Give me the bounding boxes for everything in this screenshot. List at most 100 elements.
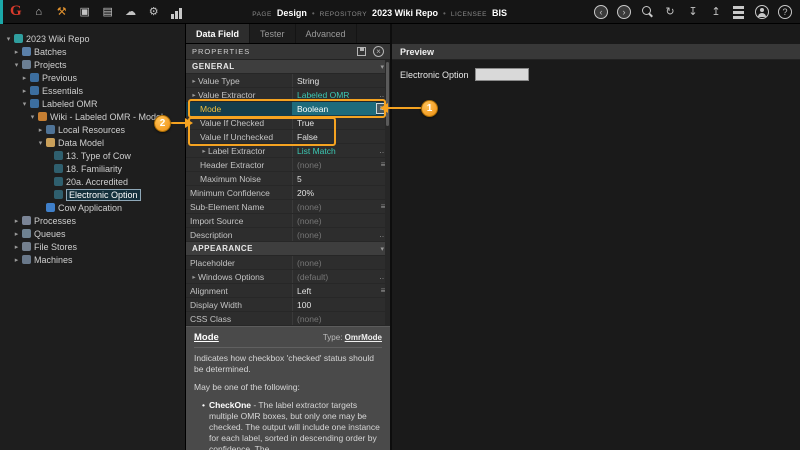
nav-forward-icon[interactable]: › — [617, 5, 631, 19]
section-header-general[interactable]: GENERAL▾ — [186, 60, 390, 74]
property-value[interactable]: 20% — [292, 186, 376, 199]
tree-item-processes[interactable]: ▸Processes — [0, 214, 185, 227]
disk-icon[interactable]: ▤ — [101, 5, 115, 19]
preview-field-input[interactable] — [475, 68, 529, 81]
property-row-display-width[interactable]: Display Width100 — [186, 298, 390, 312]
property-value[interactable]: (none) — [292, 312, 376, 325]
tree-item-13-type-of-cow[interactable]: 13. Type of Cow — [0, 149, 185, 162]
property-value[interactable]: False — [292, 130, 376, 143]
property-row-sub-element-name[interactable]: Sub-Element Name(none)≡ — [186, 200, 390, 214]
tree-item-queues[interactable]: ▸Queues — [0, 227, 185, 240]
property-row-value-if-unchecked[interactable]: Value If UncheckedFalse — [186, 130, 390, 144]
section-header-appearance[interactable]: APPEARANCE▾ — [186, 242, 390, 256]
property-value[interactable]: List Match — [292, 144, 376, 157]
tree-item-2023-wiki-repo[interactable]: ▾2023 Wiki Repo — [0, 32, 185, 45]
expand-arrow-icon[interactable]: ▸ — [20, 87, 29, 95]
database-icon[interactable] — [732, 5, 746, 19]
property-value[interactable]: String — [292, 74, 376, 87]
expand-arrow-icon[interactable]: ▸ — [36, 126, 45, 134]
property-value[interactable]: True — [292, 116, 376, 129]
property-label-cell: Mode — [186, 102, 292, 115]
tree-item-batches[interactable]: ▸Batches — [0, 45, 185, 58]
property-row-description[interactable]: Description(none)… — [186, 228, 390, 242]
tree-item-label: Cow Application — [58, 203, 122, 213]
expand-arrow-icon[interactable]: ▸ — [12, 48, 21, 56]
property-row-maximum-noise[interactable]: Maximum Noise5 — [186, 172, 390, 186]
save-icon[interactable] — [357, 47, 366, 56]
collapse-arrow-icon[interactable]: ▾ — [12, 61, 21, 69]
property-row-value-type[interactable]: ▸Value TypeString — [186, 74, 390, 88]
gears-icon[interactable]: ⚙ — [147, 5, 161, 19]
upload-icon[interactable]: ↥ — [709, 5, 723, 19]
refresh-icon[interactable]: ↻ — [663, 5, 677, 19]
expand-arrow-icon[interactable]: ▸ — [12, 230, 21, 238]
help-type-link[interactable]: OmrMode — [345, 333, 382, 342]
property-row-alignment[interactable]: AlignmentLeft≡ — [186, 284, 390, 298]
property-value[interactable]: Boolean — [292, 102, 376, 115]
property-value[interactable]: 100 — [292, 298, 376, 311]
tree-item-previous[interactable]: ▸Previous — [0, 71, 185, 84]
tree-item-20a-accredited[interactable]: 20a. Accredited — [0, 175, 185, 188]
cloud-upload-icon[interactable]: ☁ — [124, 5, 138, 19]
tree-item-cow-application[interactable]: Cow Application — [0, 201, 185, 214]
property-row-windows-options[interactable]: ▸Windows Options(default)… — [186, 270, 390, 284]
close-icon[interactable]: × — [373, 46, 384, 57]
bar-chart-icon[interactable] — [170, 5, 184, 19]
search-icon[interactable] — [640, 5, 654, 19]
expand-arrow-icon[interactable]: ▸ — [190, 77, 198, 85]
property-row-value-if-checked[interactable]: Value If CheckedTrue — [186, 116, 390, 130]
property-row-header-extractor[interactable]: Header Extractor(none)≡ — [186, 158, 390, 172]
property-value[interactable]: Labeled OMR — [292, 88, 376, 101]
property-row-css-class[interactable]: CSS Class(none) — [186, 312, 390, 326]
property-value[interactable]: (none) — [292, 214, 376, 227]
property-value[interactable]: Left — [292, 284, 376, 297]
tree-item-electronic-option[interactable]: Electronic Option — [0, 188, 185, 201]
tree-item-file-stores[interactable]: ▸File Stores — [0, 240, 185, 253]
collapse-arrow-icon[interactable]: ▾ — [4, 35, 13, 43]
tree-item-data-model[interactable]: ▾Data Model — [0, 136, 185, 149]
expand-arrow-icon[interactable]: ▸ — [12, 256, 21, 264]
scrollbar-thumb[interactable] — [386, 62, 389, 126]
property-value[interactable]: (none) — [292, 256, 376, 269]
expand-arrow-icon[interactable]: ▸ — [12, 217, 21, 225]
home-icon[interactable]: ⌂ — [32, 5, 46, 19]
tab-advanced[interactable]: Advanced — [296, 24, 357, 43]
property-value[interactable]: (none) — [292, 200, 376, 213]
property-row-label-extractor[interactable]: ▸Label ExtractorList Match… — [186, 144, 390, 158]
help-icon[interactable]: ? — [778, 5, 792, 19]
page-value[interactable]: Design — [277, 8, 307, 18]
collapse-arrow-icon[interactable]: ▾ — [28, 113, 37, 121]
tree-item-essentials[interactable]: ▸ Essentials — [0, 84, 185, 97]
tab-tester[interactable]: Tester — [250, 24, 296, 43]
tree-item-18-familiarity[interactable]: 18. Familiarity — [0, 162, 185, 175]
property-row-placeholder[interactable]: Placeholder(none) — [186, 256, 390, 270]
property-row-minimum-confidence[interactable]: Minimum Confidence20% — [186, 186, 390, 200]
tab-data-field[interactable]: Data Field — [186, 24, 250, 43]
user-icon[interactable] — [755, 5, 769, 19]
nav-back-icon[interactable]: ‹ — [594, 5, 608, 19]
property-value[interactable]: (none) — [292, 228, 376, 241]
expand-arrow-icon[interactable]: ▸ — [190, 91, 198, 99]
collapse-arrow-icon[interactable]: ▾ — [36, 139, 45, 147]
expand-arrow-icon[interactable]: ▸ — [190, 273, 198, 281]
expand-arrow-icon[interactable]: ▸ — [12, 243, 21, 251]
tree-item-labeled-omr[interactable]: ▾Labeled OMR — [0, 97, 185, 110]
tree-item-machines[interactable]: ▸Machines — [0, 253, 185, 266]
property-value[interactable]: (default) — [292, 270, 376, 283]
grooper-logo[interactable]: G — [10, 3, 22, 20]
preview-title: Preview — [400, 47, 434, 57]
property-value[interactable]: 5 — [292, 172, 376, 185]
expand-arrow-icon[interactable]: ▸ — [200, 147, 208, 155]
expand-arrow-icon[interactable]: ▸ — [20, 74, 29, 82]
property-row-import-source[interactable]: Import Source(none) — [186, 214, 390, 228]
property-row-value-extractor[interactable]: ▸Value ExtractorLabeled OMR… — [186, 88, 390, 102]
download-icon[interactable]: ↧ — [686, 5, 700, 19]
property-row-mode[interactable]: ModeBoolean≡ — [186, 102, 390, 116]
tree-item-projects[interactable]: ▾Projects — [0, 58, 185, 71]
property-value[interactable]: (none) — [292, 158, 376, 171]
design-tools-icon[interactable]: ⚒ — [55, 5, 69, 19]
repository-value[interactable]: 2023 Wiki Repo — [372, 8, 438, 18]
collapse-arrow-icon[interactable]: ▾ — [20, 100, 29, 108]
tree-item-label: Essentials — [42, 86, 83, 96]
briefcase-icon[interactable]: ▣ — [78, 5, 92, 19]
